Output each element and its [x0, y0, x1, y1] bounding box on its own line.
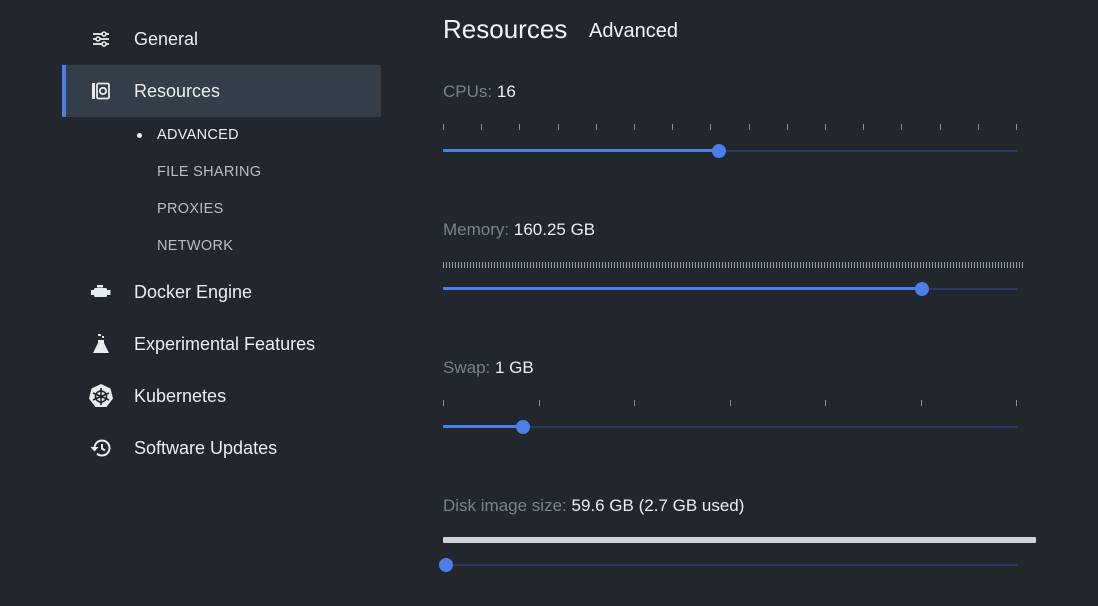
memory-label: Memory: 160.25 GB — [443, 220, 595, 240]
subnav-item-proxies[interactable]: PROXIES — [157, 201, 224, 217]
flask-icon — [88, 331, 114, 357]
slider-tick — [1016, 124, 1017, 130]
slider-tick — [1016, 400, 1017, 406]
resources-icon — [88, 78, 114, 104]
cpus-slider[interactable] — [443, 144, 1017, 158]
sidebar-item-label: Resources — [134, 80, 221, 101]
slider-tick — [825, 400, 826, 406]
subnav-item-network[interactable]: NETWORK — [157, 238, 233, 254]
slider-tick — [672, 124, 673, 130]
history-icon — [88, 435, 114, 461]
disk-key: Disk image size: — [443, 496, 567, 515]
slider-tick — [863, 124, 864, 130]
slider-tick — [787, 124, 788, 130]
slider-thumb[interactable] — [516, 420, 531, 434]
settings-window: General Resources ADVANCED FILE SHARING … — [0, 0, 1098, 606]
slider-tick — [596, 124, 597, 130]
swap-slider[interactable] — [443, 420, 1017, 434]
active-subitem-dot — [137, 133, 142, 138]
slider-fill — [443, 149, 719, 152]
slider-tick — [634, 400, 635, 406]
helm-wheel-icon — [88, 383, 114, 409]
swap-value: 1 GB — [494, 358, 534, 377]
cpus-value: 16 — [496, 82, 516, 101]
swap-ticks — [443, 400, 1017, 406]
sidebar-item-label: Experimental Features — [134, 333, 316, 354]
slider-tick — [443, 400, 444, 406]
disk-slider[interactable] — [439, 558, 1017, 572]
memory-value: 160.25 GB — [513, 220, 596, 239]
slider-tick — [901, 124, 902, 130]
slider-tick — [730, 400, 731, 406]
engine-icon — [88, 279, 114, 305]
slider-fill — [443, 287, 923, 290]
sidebar-item-kubernetes[interactable]: Kubernetes — [62, 370, 381, 422]
slider-tick — [634, 124, 635, 130]
sidebar-item-label: Docker Engine — [134, 281, 253, 302]
sidebar-item-general[interactable]: General — [62, 13, 381, 65]
swap-label: Swap: 1 GB — [443, 358, 534, 378]
slider-track — [443, 564, 1017, 566]
sidebar-item-experimental-features[interactable]: Experimental Features — [62, 318, 381, 370]
slider-tick — [749, 124, 750, 130]
slider-thumb[interactable] — [915, 282, 930, 296]
sidebar-item-label: Kubernetes — [134, 385, 227, 406]
sidebar-item-software-updates[interactable]: Software Updates — [62, 422, 381, 474]
slider-thumb[interactable] — [711, 144, 726, 158]
sidebar-item-label: Software Updates — [134, 437, 278, 458]
slider-tick — [921, 400, 922, 406]
sliders-icon — [88, 26, 114, 52]
slider-tick — [940, 124, 941, 130]
page-title: Resources — [443, 14, 568, 44]
subnav-item-file-sharing[interactable]: FILE SHARING — [157, 164, 261, 180]
memory-key: Memory: — [443, 220, 510, 239]
slider-thumb[interactable] — [439, 558, 453, 572]
memory-ticks — [443, 262, 1023, 268]
slider-tick — [710, 124, 711, 130]
slider-tick — [481, 124, 482, 130]
disk-value: 59.6 GB (2.7 GB used) — [571, 496, 745, 515]
cpus-label: CPUs: 16 — [443, 82, 516, 102]
sidebar-item-docker-engine[interactable]: Docker Engine — [62, 266, 381, 318]
slider-tick — [443, 124, 444, 130]
cpus-ticks — [443, 124, 1017, 130]
slider-tick — [978, 124, 979, 130]
page-subtitle: Advanced — [589, 20, 678, 42]
slider-tick — [558, 124, 559, 130]
disk-label: Disk image size: 59.6 GB (2.7 GB used) — [443, 496, 744, 516]
sidebar-item-label: General — [134, 28, 199, 49]
memory-slider[interactable] — [443, 282, 1017, 296]
subnav-item-advanced[interactable]: ADVANCED — [157, 127, 239, 143]
slider-tick — [539, 400, 540, 406]
slider-fill — [443, 425, 524, 428]
slider-tick — [519, 124, 520, 130]
slider-tick — [825, 124, 826, 130]
swap-key: Swap: — [443, 358, 491, 377]
disk-usage-bar — [443, 537, 1036, 543]
sidebar-item-resources[interactable]: Resources — [62, 65, 381, 117]
cpus-key: CPUs: — [443, 82, 493, 101]
